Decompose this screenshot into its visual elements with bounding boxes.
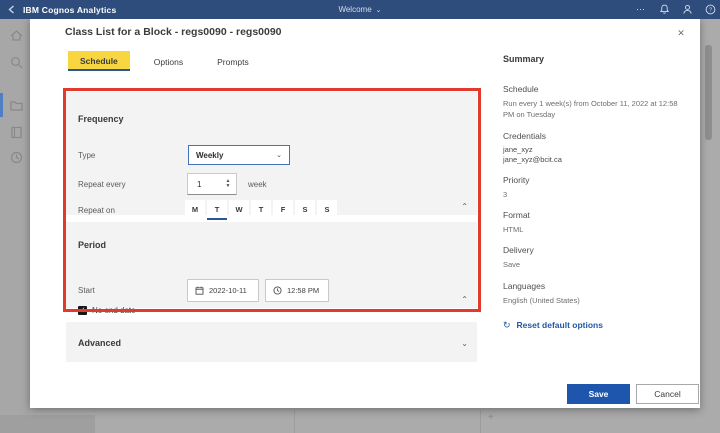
period-collapse-icon[interactable]: ⌃ (461, 295, 468, 304)
schedule-dialog: Class List for a Block - regs0090 - regs… (30, 18, 700, 408)
period-heading: Period (78, 240, 106, 250)
day-button-saturday[interactable]: S (295, 200, 315, 220)
day-button-thursday[interactable]: T (251, 200, 271, 220)
no-end-date-label: No end date (92, 306, 136, 315)
frequency-collapse-icon[interactable]: ⌃ (461, 202, 468, 211)
background-plus-glyph: + (488, 412, 494, 423)
advanced-expand-icon[interactable]: ⌄ (461, 339, 468, 348)
summary-panel: Summary Schedule Run every 1 week(s) fro… (503, 54, 713, 331)
day-button-wednesday[interactable]: W (229, 200, 249, 220)
repeat-every-stepper[interactable]: 1 ▲ ▼ (187, 173, 237, 195)
summary-priority: Priority 3 (503, 175, 713, 200)
reset-icon: ↻ (503, 320, 511, 331)
folder-content-icon[interactable] (9, 98, 24, 113)
notebook-icon[interactable] (9, 125, 24, 140)
summary-format: Format HTML (503, 210, 713, 235)
day-button-sunday[interactable]: S (317, 200, 337, 220)
period-section: Period Start 2022-10-11 12:58 PM ✓ No en… (66, 222, 477, 308)
notifications-bell-icon[interactable] (658, 4, 670, 16)
help-icon[interactable]: ? (704, 4, 716, 16)
reset-default-options-link[interactable]: ↻ Reset default options (503, 320, 713, 331)
start-date-field[interactable]: 2022-10-11 (187, 279, 259, 302)
stepper-down-icon[interactable]: ▼ (226, 184, 231, 189)
app-sidebar (0, 19, 30, 433)
advanced-section[interactable]: Advanced ⌄ (66, 322, 477, 362)
summary-schedule: Schedule Run every 1 week(s) from Octobe… (503, 84, 713, 121)
frequency-section: Frequency Type Weekly ⌄ Repeat every 1 ▲… (66, 92, 477, 215)
summary-languages: Languages English (United States) (503, 281, 713, 306)
close-icon[interactable]: ✕ (674, 26, 688, 40)
dialog-tabs: Schedule Options Prompts (68, 51, 259, 71)
app-header: IBM Cognos Analytics Welcome ⌄ ⋯ ? (0, 0, 720, 19)
day-button-friday[interactable]: F (273, 200, 293, 220)
type-dropdown-value: Weekly (196, 151, 223, 160)
chevron-down-icon: ⌄ (276, 151, 282, 159)
repeat-unit-label: week (248, 180, 267, 189)
advanced-heading: Advanced (78, 338, 121, 348)
recent-icon[interactable] (9, 150, 24, 165)
background-divider (480, 410, 481, 433)
overflow-menu-icon[interactable]: ⋯ (635, 4, 647, 16)
repeat-on-label: Repeat on (78, 206, 115, 215)
welcome-label: Welcome (338, 5, 371, 14)
account-person-icon[interactable] (681, 4, 693, 16)
repeat-every-value: 1 (188, 180, 220, 189)
dialog-title: Class List for a Block - regs0090 - regs… (65, 26, 282, 38)
chevron-down-icon: ⌄ (376, 6, 382, 14)
day-button-monday[interactable]: M (185, 200, 205, 220)
frequency-heading: Frequency (78, 114, 124, 124)
save-button[interactable]: Save (567, 384, 630, 404)
tab-schedule[interactable]: Schedule (68, 51, 130, 71)
no-end-date-checkbox[interactable]: ✓ No end date (78, 306, 136, 315)
calendar-icon (195, 286, 204, 295)
type-dropdown[interactable]: Weekly ⌄ (188, 145, 290, 165)
repeat-on-days: M T W T F S S (185, 200, 337, 220)
background-divider (294, 410, 295, 433)
sidebar-active-indicator (0, 93, 3, 117)
start-time-field[interactable]: 12:58 PM (265, 279, 329, 302)
page-background-bottom (30, 408, 700, 433)
checkbox-check-icon: ✓ (78, 306, 87, 315)
cancel-button[interactable]: Cancel (636, 384, 699, 404)
tab-options[interactable]: Options (144, 52, 193, 71)
start-time-value: 12:58 PM (287, 286, 319, 295)
tab-prompts[interactable]: Prompts (207, 52, 259, 71)
svg-text:?: ? (708, 8, 711, 14)
summary-heading: Summary (503, 54, 713, 64)
start-label: Start (78, 286, 95, 295)
start-date-value: 2022-10-11 (209, 286, 247, 295)
clock-icon (273, 286, 282, 295)
type-label: Type (78, 151, 95, 160)
home-icon[interactable] (9, 28, 24, 43)
repeat-every-label: Repeat every (78, 180, 126, 189)
summary-credentials: Credentials jane_xyz jane_xyz@bcit.ca (503, 131, 713, 165)
summary-delivery: Delivery Save (503, 245, 713, 270)
search-icon[interactable] (9, 55, 24, 70)
welcome-menu[interactable]: Welcome ⌄ (0, 5, 720, 14)
background-content-block (0, 415, 95, 433)
screen: + IBM Cognos Analytics Welcome ⌄ ⋯ ? Cla… (0, 0, 720, 433)
day-button-tuesday[interactable]: T (207, 200, 227, 220)
